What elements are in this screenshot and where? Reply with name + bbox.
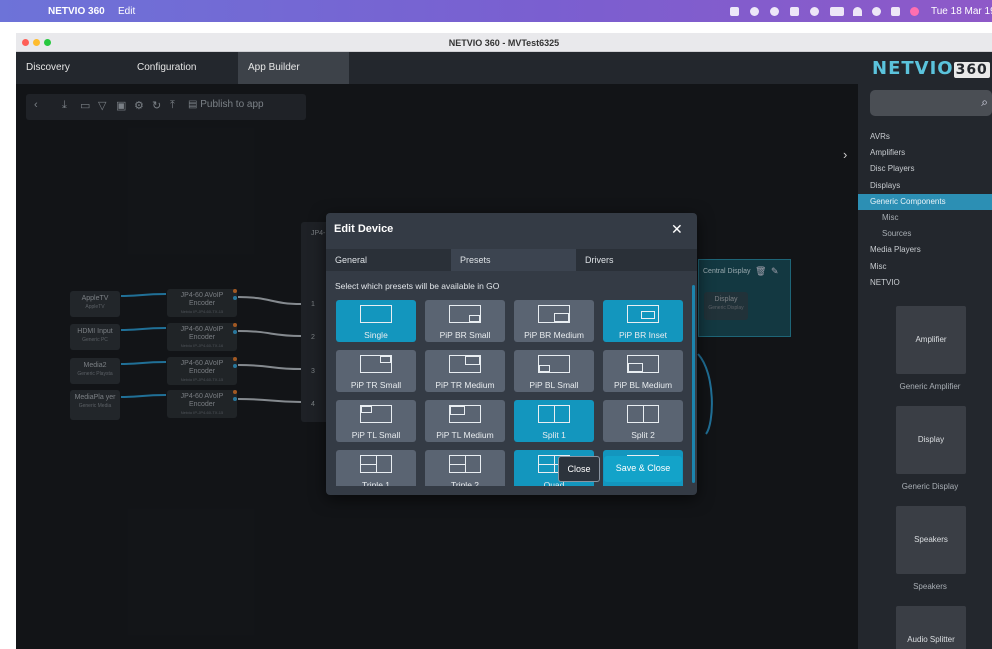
layout-split-icon xyxy=(627,405,659,423)
search-icon: ⌕ xyxy=(981,95,988,109)
edit-menu[interactable]: Edit xyxy=(118,6,135,17)
battery-icon[interactable] xyxy=(830,7,844,16)
category-item[interactable]: Misc xyxy=(858,259,992,275)
preset-tile[interactable]: PiP TL Medium xyxy=(425,400,505,442)
status-icon-2[interactable] xyxy=(750,7,759,16)
preset-label: PiP BL Small xyxy=(529,380,579,390)
component-card-label: Generic Amplifier xyxy=(899,382,961,391)
preset-label: PiP BR Medium xyxy=(524,330,584,340)
preset-label: Triple 1 xyxy=(361,480,391,486)
category-item[interactable]: NETVIO xyxy=(858,275,992,291)
layout-pip-br-medium-icon xyxy=(538,305,570,323)
layout-triple-icon xyxy=(360,455,392,473)
category-item[interactable]: Media Players xyxy=(858,242,992,258)
modal-title: Edit Device xyxy=(334,223,394,235)
preset-tile[interactable]: PiP BR Medium xyxy=(514,300,594,342)
preset-label: Triple 2 xyxy=(450,480,480,486)
status-icon-1[interactable] xyxy=(730,7,739,16)
control-center-icon[interactable] xyxy=(891,7,900,16)
preset-tile[interactable]: PiP TL Small xyxy=(336,400,416,442)
preset-tile[interactable]: PiP BL Small xyxy=(514,350,594,392)
netvio-logo: NETVIO 360 xyxy=(872,58,990,79)
preset-label: PiP TR Small xyxy=(350,380,402,390)
preset-tile[interactable]: PiP TR Medium xyxy=(425,350,505,392)
category-item[interactable]: Disc Players xyxy=(858,161,992,177)
siri-icon[interactable] xyxy=(910,7,919,16)
panel-toggle-chevron-icon[interactable]: › xyxy=(843,147,847,162)
layout-pip-bl-medium-icon xyxy=(627,355,659,373)
category-item[interactable]: Misc xyxy=(858,210,992,226)
category-item[interactable]: Sources xyxy=(858,226,992,242)
component-card-label: Speakers xyxy=(913,582,947,591)
logo-text: NETVIO xyxy=(872,58,954,79)
preset-label: PiP BR Small xyxy=(439,330,491,340)
dropbox-icon[interactable] xyxy=(790,7,799,16)
preset-label: Split 1 xyxy=(542,430,566,440)
close-button[interactable]: Close xyxy=(558,456,600,482)
component-search-input[interactable]: ⌕ xyxy=(870,90,992,116)
search-icon[interactable] xyxy=(872,7,881,16)
tab-app-builder[interactable]: App Builder xyxy=(238,52,349,84)
layout-pip-tl-medium-icon xyxy=(449,405,481,423)
component-card[interactable]: Display xyxy=(896,406,966,474)
status-icon-3[interactable] xyxy=(770,7,779,16)
save-close-button[interactable]: Save & Close xyxy=(604,456,682,482)
preset-tile[interactable]: Split 1 xyxy=(514,400,594,442)
menubar-clock[interactable]: Tue 18 Mar 19:2 xyxy=(931,6,992,17)
top-navbar: Discovery Configuration App Builder NETV… xyxy=(16,52,992,84)
app-menu-name[interactable]: NETVIO 360 xyxy=(48,6,105,17)
modal-tabs: General Presets Drivers xyxy=(326,249,697,271)
window-title: NETVIO 360 - MVTest6325 xyxy=(448,38,560,48)
layout-pip-bl-small-icon xyxy=(538,355,570,373)
edit-device-modal: Edit Device ✕ General Presets Drivers Se… xyxy=(326,213,697,495)
modal-tab-general[interactable]: General xyxy=(326,249,451,271)
preset-tile[interactable]: Split 2 xyxy=(603,400,683,442)
window-titlebar: NETVIO 360 - MVTest6325 xyxy=(16,33,992,52)
logo-suffix: 360 xyxy=(953,62,990,78)
macos-menubar: NETVIO 360 Edit Tue 18 Mar 19:2 xyxy=(0,0,992,22)
preset-tile[interactable]: PiP BR Inset xyxy=(603,300,683,342)
tab-configuration[interactable]: Configuration xyxy=(127,52,238,84)
layout-pip-tr-medium-icon xyxy=(449,355,481,373)
component-panel: ⌕ AVRs Amplifiers Disc Players Displays Gene… xyxy=(858,84,992,649)
modal-close-icon[interactable]: ✕ xyxy=(671,221,683,238)
preset-tile[interactable]: PiP TR Small xyxy=(336,350,416,392)
preset-tile[interactable]: PiP BL Medium xyxy=(603,350,683,392)
layout-pip-tl-small-icon xyxy=(360,405,392,423)
presets-scrollbar[interactable] xyxy=(692,285,695,483)
layout-single-icon xyxy=(360,305,392,323)
preset-label: PiP TL Small xyxy=(351,430,401,440)
category-item[interactable]: AVRs xyxy=(858,129,992,145)
component-card[interactable]: Audio Splitter xyxy=(896,606,966,649)
wifi-icon[interactable] xyxy=(853,7,862,16)
component-card[interactable]: Speakers xyxy=(896,506,966,574)
preset-label: PiP TR Medium xyxy=(435,380,495,390)
preset-label: Single xyxy=(364,330,388,340)
modal-tab-presets[interactable]: Presets xyxy=(451,249,576,271)
layout-triple-icon xyxy=(449,455,481,473)
component-card-label: Generic Display xyxy=(901,482,959,491)
tab-discovery[interactable]: Discovery xyxy=(16,52,127,84)
category-item[interactable]: Amplifiers xyxy=(858,145,992,161)
layout-split-icon xyxy=(538,405,570,423)
modal-tab-drivers[interactable]: Drivers xyxy=(576,249,697,271)
category-item[interactable]: Displays xyxy=(858,178,992,194)
presets-subtitle: Select which presets will be available i… xyxy=(335,281,500,291)
status-icon-4[interactable] xyxy=(810,7,819,16)
app-window: NETVIO 360 - MVTest6325 Discovery Config… xyxy=(16,33,992,649)
preset-tile[interactable]: PiP BR Small xyxy=(425,300,505,342)
preset-tile[interactable]: Triple 1 xyxy=(336,450,416,486)
preset-label: Split 2 xyxy=(631,430,655,440)
preset-label: PiP BL Medium xyxy=(613,380,673,390)
preset-tile[interactable]: Single xyxy=(336,300,416,342)
preset-label: PiP BR Inset xyxy=(618,330,668,340)
app-builder-canvas[interactable]: ‹ ⤓ ▭ ▽ ▣ ⚙ ↻ ⤒ ▤ Publish to app AppleTV… xyxy=(16,84,858,649)
component-card[interactable]: Amplifier xyxy=(896,306,966,374)
preset-tile[interactable]: Triple 2 xyxy=(425,450,505,486)
layout-pip-tr-small-icon xyxy=(360,355,392,373)
preset-label: PiP TL Medium xyxy=(436,430,494,440)
layout-pip-br-small-icon xyxy=(449,305,481,323)
layout-pip-br-inset-icon xyxy=(627,305,659,323)
category-item[interactable]: Generic Components xyxy=(858,193,992,210)
